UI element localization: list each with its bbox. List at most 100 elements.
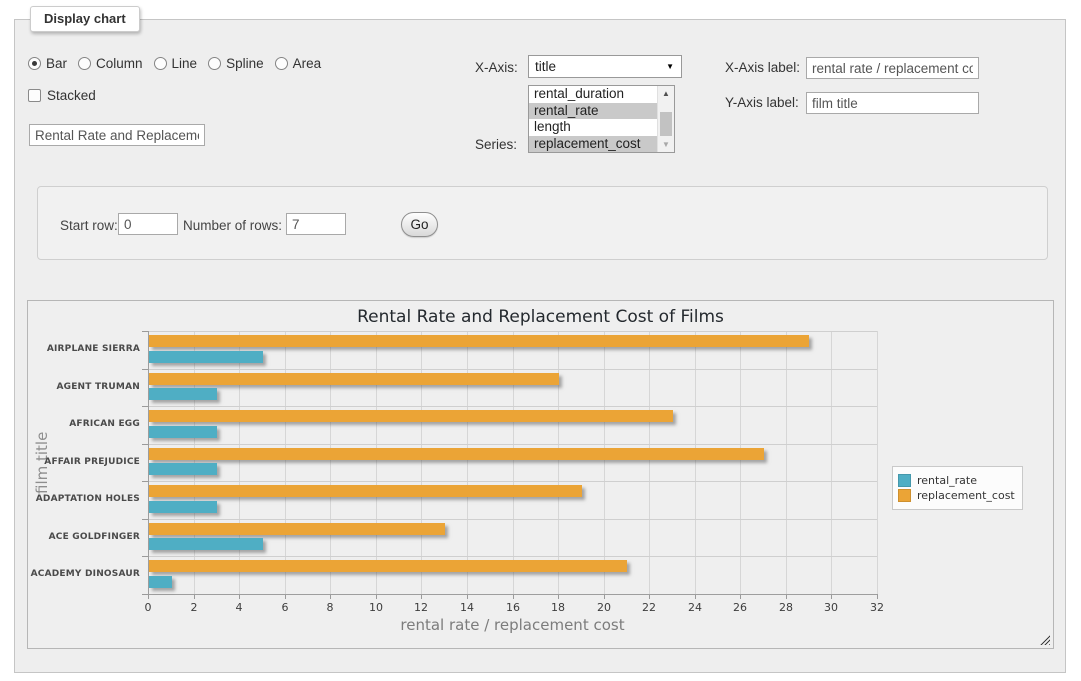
gridline xyxy=(148,556,877,557)
chart-bar-rental_rate xyxy=(149,426,217,438)
legend-item-replacement_cost[interactable]: replacement_cost xyxy=(898,489,1015,502)
stacked-checkbox-row[interactable]: Stacked xyxy=(28,88,96,103)
gridline xyxy=(467,331,468,594)
x-axis-label-input[interactable] xyxy=(806,57,979,79)
radio-button-icon xyxy=(275,57,288,70)
gridline xyxy=(148,406,877,407)
legend-label: replacement_cost xyxy=(917,489,1015,502)
gridline xyxy=(148,481,877,482)
x-axis-line xyxy=(148,594,877,595)
checkbox-icon xyxy=(28,89,41,102)
gridline xyxy=(239,331,240,594)
chart-bar-replacement_cost xyxy=(149,373,559,385)
axis-tick-label: 6 xyxy=(270,601,300,614)
gridline xyxy=(330,331,331,594)
chart-type-option-spline[interactable]: Spline xyxy=(208,56,264,71)
axis-tick-label: 26 xyxy=(725,601,755,614)
stacked-label: Stacked xyxy=(47,88,96,103)
legend-item-rental_rate[interactable]: rental_rate xyxy=(898,474,1015,487)
gridline xyxy=(740,331,741,594)
start-row-input[interactable] xyxy=(118,213,178,235)
axis-tick-label: 10 xyxy=(361,601,391,614)
scroll-thumb[interactable] xyxy=(660,112,672,136)
chart-bar-rental_rate xyxy=(149,501,217,513)
axis-tick-label: 24 xyxy=(680,601,710,614)
axis-tick-label: 32 xyxy=(862,601,892,614)
gridline xyxy=(148,519,877,520)
chevron-down-icon: ▼ xyxy=(666,62,674,72)
radio-label: Line xyxy=(172,56,198,71)
go-button[interactable]: Go xyxy=(401,212,438,237)
gridline xyxy=(558,331,559,594)
x-axis-select-value: title xyxy=(535,59,556,74)
axis-tick-label: 16 xyxy=(498,601,528,614)
number-of-rows-input[interactable] xyxy=(286,213,346,235)
chart-type-option-bar[interactable]: Bar xyxy=(28,56,67,71)
series-option-length[interactable]: length xyxy=(529,119,674,136)
chart-type-option-column[interactable]: Column xyxy=(78,56,143,71)
radio-label: Area xyxy=(293,56,322,71)
x-axis-title: rental rate / replacement cost xyxy=(148,616,877,634)
axis-tick-label: 4 xyxy=(224,601,254,614)
radio-button-icon xyxy=(154,57,167,70)
x-axis-select[interactable]: title ▼ xyxy=(528,55,682,78)
category-label: AFRICAN EGG xyxy=(28,419,140,429)
series-listbox[interactable]: rental_durationrental_ratelengthreplacem… xyxy=(528,85,675,153)
resize-handle[interactable] xyxy=(1040,635,1050,645)
category-label: ACADEMY DINOSAUR xyxy=(28,569,140,579)
axis-tick-label: 12 xyxy=(406,601,436,614)
series-option-replacement_cost[interactable]: replacement_cost xyxy=(529,136,674,153)
axis-tick-label: 28 xyxy=(771,601,801,614)
axis-tick xyxy=(877,594,878,599)
radio-button-icon xyxy=(208,57,221,70)
series-caption: Series: xyxy=(475,137,517,152)
radio-button-icon xyxy=(28,57,41,70)
chart-bar-replacement_cost xyxy=(149,335,809,347)
radio-button-icon xyxy=(78,57,91,70)
gridline xyxy=(421,331,422,594)
legend-swatch xyxy=(898,489,911,502)
legend-swatch xyxy=(898,474,911,487)
category-label: AIRPLANE SIERRA xyxy=(28,344,140,354)
chart-title: Rental Rate and Replacement Cost of Film… xyxy=(28,307,1053,327)
chart-bar-rental_rate xyxy=(149,463,217,475)
axis-tick-label: 20 xyxy=(589,601,619,614)
chart-type-radio-group: Bar Column Line Spline Area xyxy=(28,56,332,71)
gridline xyxy=(877,331,878,594)
gridline xyxy=(148,369,877,370)
radio-label: Bar xyxy=(46,56,67,71)
chart-bar-rental_rate xyxy=(149,388,217,400)
category-label: AFFAIR PREJUDICE xyxy=(28,457,140,467)
axis-tick-label: 30 xyxy=(816,601,846,614)
y-axis-label-input[interactable] xyxy=(806,92,979,114)
gridline xyxy=(148,331,877,332)
scroll-up-button[interactable]: ▲ xyxy=(658,86,674,101)
scroll-down-button[interactable]: ▼ xyxy=(658,137,674,152)
x-axis-caption: X-Axis: xyxy=(475,60,518,75)
chart-bar-replacement_cost xyxy=(149,523,445,535)
axis-tick-label: 2 xyxy=(179,601,209,614)
gridline xyxy=(695,331,696,594)
gridline xyxy=(604,331,605,594)
chart-bar-replacement_cost xyxy=(149,410,673,422)
y-axis-label-caption: Y-Axis label: xyxy=(725,95,799,110)
chart-bar-rental_rate xyxy=(149,351,263,363)
chart-title-input[interactable] xyxy=(29,124,205,146)
series-option-rental_rate[interactable]: rental_rate xyxy=(529,103,674,120)
axis-tick-label: 0 xyxy=(133,601,163,614)
radio-label: Spline xyxy=(226,56,264,71)
rows-panel: Start row: Number of rows: Go xyxy=(37,186,1048,260)
axis-tick-label: 22 xyxy=(634,601,664,614)
start-row-label: Start row: xyxy=(60,218,118,233)
gridline xyxy=(376,331,377,594)
chart-type-option-line[interactable]: Line xyxy=(154,56,198,71)
series-option-rental_duration[interactable]: rental_duration xyxy=(529,86,674,103)
chart-type-option-area[interactable]: Area xyxy=(275,56,322,71)
chart-legend: rental_rate replacement_cost xyxy=(892,466,1023,510)
axis-tick-label: 14 xyxy=(452,601,482,614)
gridline xyxy=(285,331,286,594)
gridline xyxy=(649,331,650,594)
gridline xyxy=(148,444,877,445)
number-of-rows-label: Number of rows: xyxy=(183,218,282,233)
radio-label: Column xyxy=(96,56,143,71)
